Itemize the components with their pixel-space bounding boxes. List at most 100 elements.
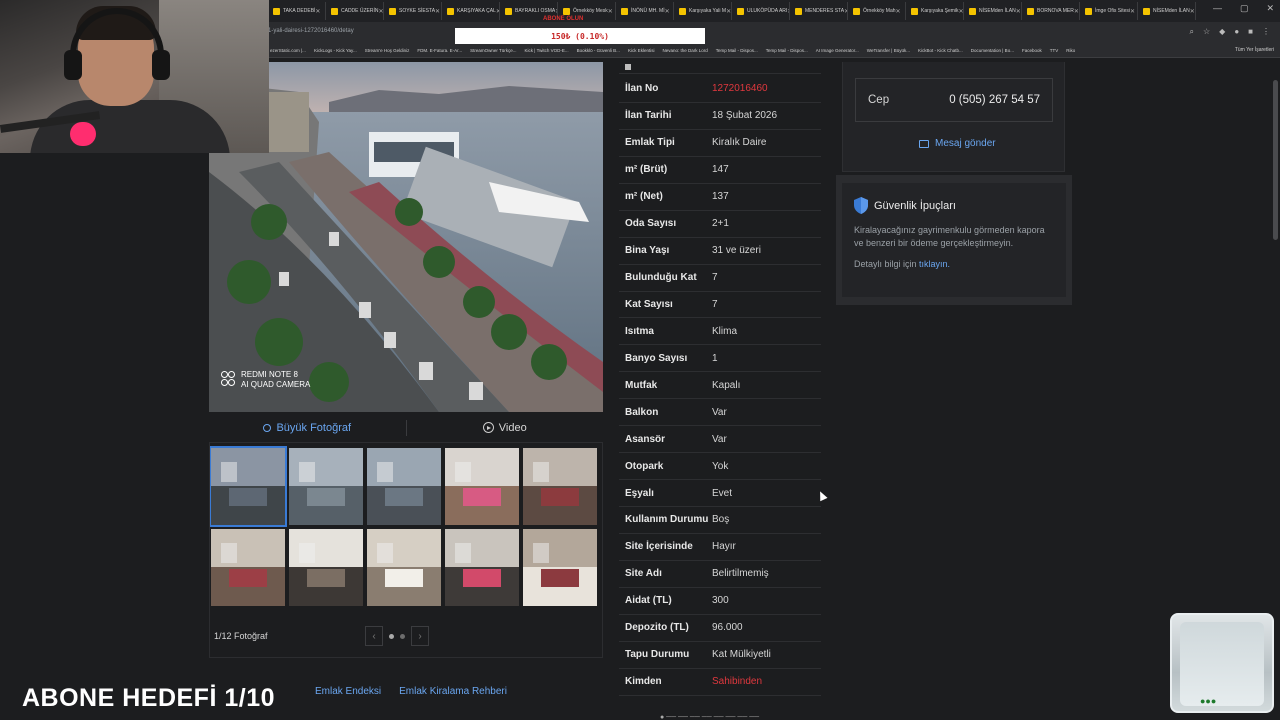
- photo-thumbnail[interactable]: [367, 529, 441, 606]
- close-tab-icon[interactable]: ✕: [896, 8, 901, 15]
- tab-title: BORNOVA MER: [1037, 8, 1074, 14]
- detail-row: Asansör Var: [619, 426, 821, 454]
- more-info-link[interactable]: tıklayın.: [919, 259, 950, 269]
- bookmark-item[interactable]: Stream'e Hoş Geldiniz: [365, 48, 410, 53]
- bookmark-item[interactable]: ezerStatic.com |...: [270, 48, 306, 53]
- close-tab-icon[interactable]: ✕: [315, 8, 320, 15]
- rental-guide-link[interactable]: Emlak Kiralama Rehberi: [399, 686, 507, 697]
- close-tab-icon[interactable]: ✕: [726, 8, 731, 15]
- detail-value: 7: [712, 272, 718, 284]
- bookmark-item[interactable]: AI Image Generator...: [816, 48, 859, 53]
- phone-box[interactable]: Cep 0 (505) 267 54 57: [855, 78, 1053, 122]
- close-icon[interactable]: ✕: [1266, 3, 1274, 14]
- bookmark-item[interactable]: KickLogs - Kick Yay...: [314, 48, 357, 53]
- footer-links: Emlak Endeksi Emlak Kiralama Rehberi: [315, 686, 507, 697]
- close-tab-icon[interactable]: ✕: [959, 8, 963, 15]
- real-estate-index-link[interactable]: Emlak Endeksi: [315, 686, 381, 697]
- browser-tab[interactable]: CADDE ÜZERİN ✕: [326, 2, 384, 20]
- photo-thumbnail[interactable]: [523, 529, 597, 606]
- photo-thumbnail[interactable]: [445, 448, 519, 525]
- tab-title: İNÖNÜ MH. Mİ: [631, 8, 665, 14]
- photo-thumbnail[interactable]: [209, 446, 287, 527]
- browser-tab[interactable]: NİSEMden İLAN ✕: [1138, 2, 1196, 20]
- favicon-icon: [969, 7, 976, 15]
- minimize-icon[interactable]: —: [1213, 3, 1222, 14]
- browser-tab[interactable]: Örnekköy Mah ✕: [848, 2, 906, 20]
- url-field[interactable]: 1-yali-dairesi-1272016460/detay: [268, 28, 354, 34]
- large-photo-button[interactable]: Büyük Fotoğraf: [209, 422, 406, 434]
- browser-tab[interactable]: KARŞIYAKA ÇAL✕: [442, 2, 500, 20]
- detail-row: Site Adı Belirtilmemiş: [619, 561, 821, 588]
- browser-tab[interactable]: SOYKE SİESTA ✕: [384, 2, 442, 20]
- photo-thumbnail[interactable]: [367, 448, 441, 525]
- detail-key: Depozito (TL): [625, 622, 689, 634]
- bookmark-item[interactable]: Documentation | Bo...: [971, 48, 1014, 53]
- browser-tab[interactable]: MENDERES STA✕: [790, 2, 848, 20]
- bookmark-item[interactable]: Facebook: [1022, 48, 1042, 53]
- photo-thumbnail[interactable]: [289, 529, 363, 606]
- bookmark-item[interactable]: Kick | Twitch VOD-E...: [525, 48, 569, 53]
- extension-icon[interactable]: ●: [1234, 27, 1239, 37]
- browser-tab[interactable]: TAKA DEDEBİ ✕: [268, 2, 326, 20]
- photo-count: 1/12 Fotoğraf: [214, 631, 268, 641]
- extension-icon[interactable]: ◆: [1219, 27, 1225, 37]
- browser-tab[interactable]: Karşıyaka Yali M ✕: [674, 2, 732, 20]
- send-message-link[interactable]: Mesaj gönder: [919, 138, 996, 149]
- photo-thumbnail[interactable]: [211, 529, 285, 606]
- close-tab-icon[interactable]: ✕: [435, 8, 440, 15]
- close-tab-icon[interactable]: ✕: [379, 8, 383, 15]
- all-bookmarks-link[interactable]: Tüm Yer İşaretleri: [1235, 47, 1274, 53]
- photo-thumbnail[interactable]: [289, 448, 363, 525]
- star-icon[interactable]: ☆: [1203, 27, 1210, 37]
- detail-key: Balkon: [625, 406, 659, 418]
- pager-dot[interactable]: [389, 633, 394, 639]
- detail-row: İlan Tarihi 18 Şubat 2026: [619, 103, 821, 130]
- browser-toolbar-icons: ⌕ ☆ ◆ ● ■ ⋮: [1190, 27, 1271, 37]
- close-tab-icon[interactable]: ✕: [1130, 8, 1135, 15]
- browser-tab[interactable]: NİSEMden İLAN ✕: [964, 2, 1022, 20]
- bookmark-item[interactable]: Temp Mail - Dispos...: [766, 48, 808, 53]
- browser-tab[interactable]: İNÖNÜ MH. Mİ ✕: [616, 2, 674, 20]
- close-tab-icon[interactable]: ✕: [608, 8, 613, 15]
- details-partial-row: [619, 62, 821, 74]
- photo-thumbnails: [209, 446, 601, 610]
- chevron-left-icon[interactable]: ‹: [365, 626, 383, 646]
- detail-row: m² (Brüt) 147: [619, 157, 821, 184]
- safety-tips-card: Güvenlik İpuçları Kiralayacağınız gayrim…: [842, 183, 1066, 297]
- favicon-icon: [621, 7, 628, 15]
- favicon-icon: [505, 7, 512, 15]
- bookmark-item[interactable]: TTV: [1050, 48, 1059, 53]
- browser-tab[interactable]: Karşıyaka Şemik ✕: [906, 2, 964, 20]
- tab-title: NİSEMden İLAN: [979, 8, 1016, 14]
- menu-icon[interactable]: ⋮: [1262, 27, 1270, 37]
- bookmark-item[interactable]: WeTransfer | Büyük...: [867, 48, 910, 53]
- bookmark-item[interactable]: Kick Eklentisi: [628, 48, 655, 53]
- close-tab-icon[interactable]: ✕: [1190, 8, 1195, 15]
- close-tab-icon[interactable]: ✕: [1074, 8, 1079, 15]
- browser-tab[interactable]: BORNOVA MER ✕: [1022, 2, 1080, 20]
- bookmark-item[interactable]: Nevano: the Dark Lord: [662, 48, 707, 53]
- favicon-icon: [563, 7, 570, 15]
- detail-row: Aidat (TL) 300: [619, 588, 821, 615]
- chevron-right-icon[interactable]: ›: [411, 626, 429, 646]
- bookmark-item[interactable]: KickBot - Kick Chatb...: [918, 48, 963, 53]
- close-tab-icon[interactable]: ✕: [665, 8, 670, 15]
- phone-number[interactable]: 0 (505) 267 54 57: [949, 94, 1040, 106]
- tab-title: CADDE ÜZERİN: [341, 8, 379, 14]
- bookmark-item[interactable]: StreamOwner Türkçe...: [470, 48, 516, 53]
- photo-thumbnail[interactable]: [445, 529, 519, 606]
- maximize-icon[interactable]: ▢: [1240, 3, 1249, 14]
- bookmark-item[interactable]: Temp Mail - Dispos...: [716, 48, 758, 53]
- bookmark-item[interactable]: Bookklö - Güvenli B...: [577, 48, 620, 53]
- close-tab-icon[interactable]: ✕: [1016, 8, 1021, 15]
- zoom-icon[interactable]: ⌕: [1190, 27, 1194, 37]
- scrollbar-thumb[interactable]: [1273, 80, 1278, 240]
- video-button[interactable]: Video: [407, 422, 604, 434]
- browser-tab[interactable]: ULUKÖPÜDA ARI✕: [732, 2, 790, 20]
- bookmark-item[interactable]: Riko: [1066, 48, 1075, 53]
- bookmark-item[interactable]: FDM. E-Fatura. E-Ar...: [417, 48, 462, 53]
- photo-thumbnail[interactable]: [523, 448, 597, 525]
- extension-icon[interactable]: ■: [1248, 27, 1253, 37]
- pager-dot[interactable]: [400, 633, 405, 639]
- browser-tab[interactable]: İmge Ofis Sitesi ✕: [1080, 2, 1138, 20]
